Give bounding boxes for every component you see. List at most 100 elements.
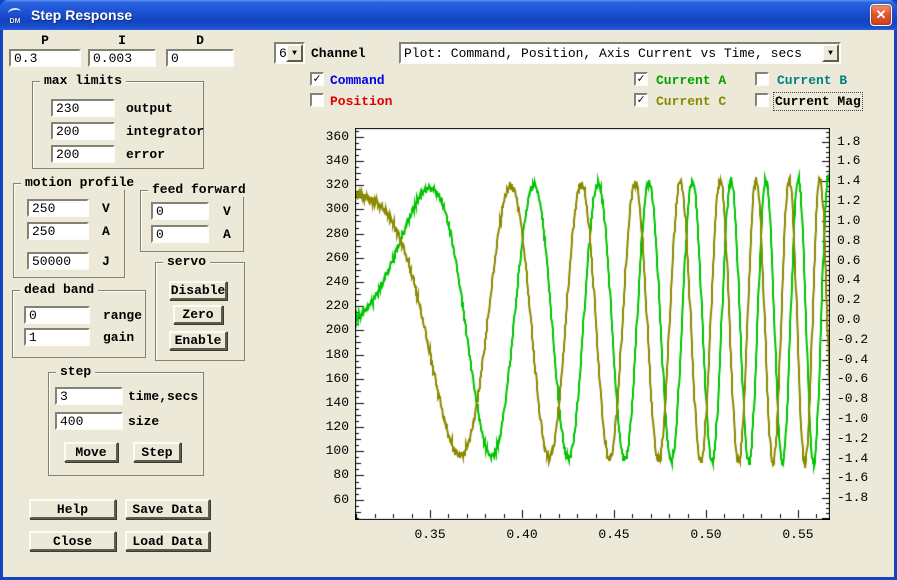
y-left-tick-label: 320: [303, 177, 349, 192]
current-mag-checkbox[interactable]: [755, 93, 769, 107]
current-a-checkbox-label[interactable]: Current A: [656, 73, 726, 88]
y-left-tick-label: 300: [303, 201, 349, 216]
step-size-label: size: [128, 414, 159, 429]
help-button[interactable]: Help: [29, 499, 116, 519]
position-checkbox-label[interactable]: Position: [330, 94, 392, 109]
d-label: D: [166, 33, 234, 48]
x-tick-label: 0.35: [409, 527, 451, 542]
y-left-tick-label: 180: [303, 347, 349, 362]
position-checkbox[interactable]: [310, 93, 324, 107]
current-b-checkbox-label[interactable]: Current B: [777, 73, 847, 88]
current-a-checkbox[interactable]: ✓: [634, 72, 648, 86]
y-left-tick-label: 220: [303, 298, 349, 313]
app-icon: DM: [5, 5, 25, 25]
ff-a-field[interactable]: [151, 225, 209, 243]
motion-a-field[interactable]: [27, 222, 89, 240]
channel-dropdown-arrow-icon[interactable]: ▼: [286, 44, 303, 62]
max-error-label: error: [126, 147, 165, 162]
servo-disable-button[interactable]: Disable: [169, 281, 227, 300]
y-right-tick-label: 1.2: [837, 193, 881, 208]
step-time-field[interactable]: [55, 387, 123, 405]
y-right-tick-label: -1.2: [837, 431, 881, 446]
dead-band-legend: dead band: [20, 282, 98, 297]
title-bar[interactable]: DM Step Response ✕: [0, 0, 897, 30]
close-button[interactable]: Close: [29, 531, 116, 551]
close-window-button[interactable]: ✕: [870, 4, 892, 26]
dead-band-gain-label: gain: [103, 330, 134, 345]
motion-v-field[interactable]: [27, 199, 89, 217]
servo-enable-button[interactable]: Enable: [169, 331, 227, 350]
motion-profile-legend: motion profile: [21, 175, 138, 190]
dialog-content: P I D 6 ▼ Channel Plot: Command, Positio…: [3, 30, 894, 577]
y-left-tick-label: 160: [303, 371, 349, 386]
y-right-tick-label: 1.8: [837, 134, 881, 149]
y-right-tick-label: 1.0: [837, 213, 881, 228]
y-left-tick-label: 340: [303, 153, 349, 168]
motion-profile-group: motion profile V A J: [13, 183, 125, 278]
y-right-tick-label: -1.6: [837, 470, 881, 485]
step-size-field[interactable]: [55, 412, 123, 430]
y-left-tick-label: 280: [303, 226, 349, 241]
current-b-checkbox[interactable]: [755, 72, 769, 86]
max-limits-group: max limits output integrator error: [32, 81, 204, 169]
y-left-tick-label: 240: [303, 274, 349, 289]
max-integrator-field[interactable]: [51, 122, 115, 140]
y-right-tick-label: -1.0: [837, 411, 881, 426]
motion-j-label: J: [102, 254, 110, 269]
channel-value: 6: [276, 46, 286, 61]
channel-combobox[interactable]: 6 ▼: [274, 42, 305, 64]
motion-j-field[interactable]: [27, 252, 89, 270]
d-field[interactable]: [166, 49, 234, 67]
step-time-label: time,secs: [128, 389, 198, 404]
servo-zero-button[interactable]: Zero: [173, 305, 223, 324]
command-checkbox-label[interactable]: Command: [330, 73, 385, 88]
step-button[interactable]: Step: [133, 442, 181, 462]
y-left-tick-label: 200: [303, 322, 349, 337]
x-tick-label: 0.50: [685, 527, 727, 542]
ff-v-field[interactable]: [151, 202, 209, 220]
max-output-field[interactable]: [51, 99, 115, 117]
y-left-tick-label: 140: [303, 395, 349, 410]
motion-a-label: A: [102, 224, 110, 239]
plot-select-value: Plot: Command, Position, Axis Current vs…: [401, 46, 822, 61]
current-c-checkbox-label[interactable]: Current C: [656, 94, 726, 109]
y-right-tick-label: -0.8: [837, 391, 881, 406]
step-group: step time,secs size Move Step: [48, 372, 204, 476]
y-left-tick-label: 260: [303, 250, 349, 265]
x-tick-label: 0.40: [501, 527, 543, 542]
y-left-tick-label: 60: [303, 492, 349, 507]
load-data-button[interactable]: Load Data: [125, 531, 210, 551]
max-output-label: output: [126, 101, 173, 116]
step-legend: step: [56, 364, 95, 379]
max-error-field[interactable]: [51, 145, 115, 163]
p-label: P: [9, 33, 81, 48]
dead-band-gain-field[interactable]: [24, 328, 90, 346]
channel-label: Channel: [311, 46, 366, 61]
ff-v-label: V: [223, 204, 231, 219]
current-mag-checkbox-label[interactable]: Current Mag: [775, 94, 861, 109]
feed-forward-legend: feed forward: [148, 182, 250, 197]
y-right-tick-label: -1.8: [837, 490, 881, 505]
y-right-tick-label: -0.6: [837, 371, 881, 386]
move-button[interactable]: Move: [64, 442, 118, 462]
servo-legend: servo: [163, 254, 210, 269]
plot-select-combobox[interactable]: Plot: Command, Position, Axis Current vs…: [399, 42, 841, 64]
current-c-checkbox[interactable]: ✓: [634, 93, 648, 107]
dead-band-range-field[interactable]: [24, 306, 90, 324]
p-field[interactable]: [9, 49, 81, 67]
dead-band-group: dead band range gain: [12, 290, 146, 358]
command-checkbox[interactable]: ✓: [310, 72, 324, 86]
window-title: Step Response: [31, 7, 132, 23]
save-data-button[interactable]: Save Data: [125, 499, 210, 519]
dead-band-range-label: range: [103, 308, 142, 323]
y-left-tick-label: 80: [303, 467, 349, 482]
y-right-tick-label: 0.4: [837, 272, 881, 287]
y-right-tick-label: 0.8: [837, 233, 881, 248]
feed-forward-group: feed forward V A: [140, 190, 244, 252]
plot-select-dropdown-arrow-icon[interactable]: ▼: [822, 44, 839, 62]
i-field[interactable]: [88, 49, 156, 67]
step-response-plot: [355, 128, 830, 520]
y-right-tick-label: 0.6: [837, 253, 881, 268]
step-response-window: DM Step Response ✕ P I D 6 ▼ Channel Plo…: [0, 0, 897, 580]
y-right-tick-label: -0.4: [837, 352, 881, 367]
